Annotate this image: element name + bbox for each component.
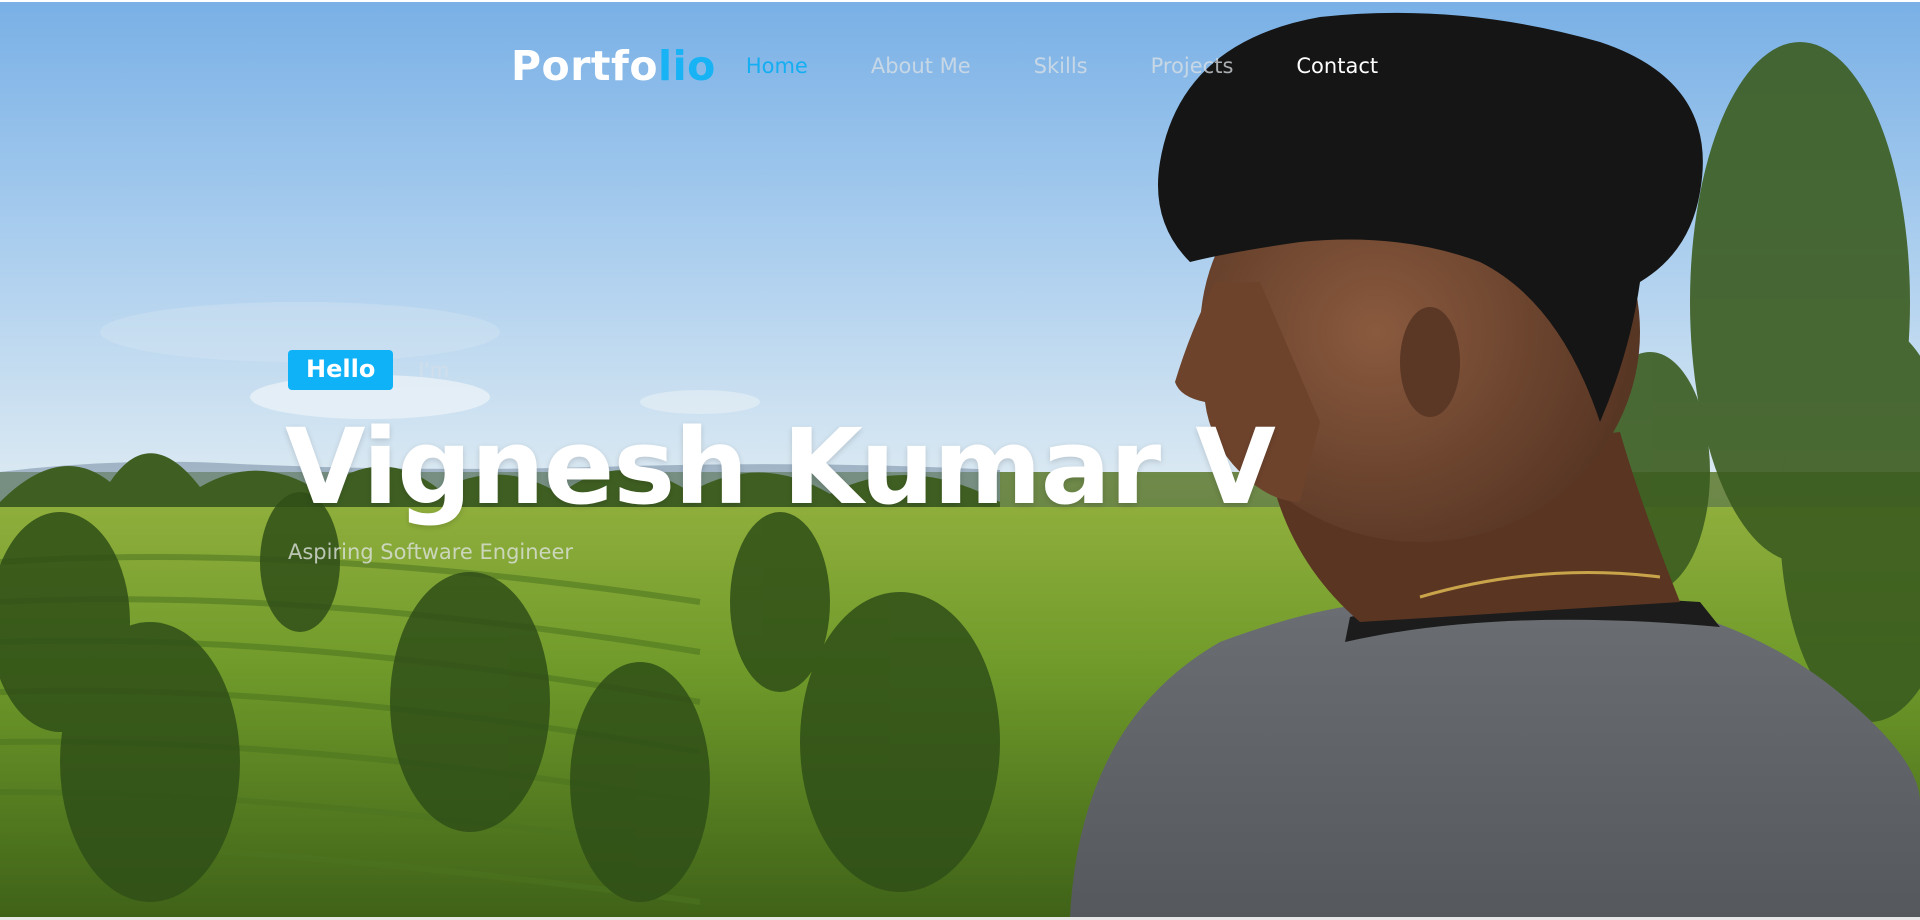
brand-logo-accent: lio (658, 42, 716, 90)
nav-link-home[interactable]: Home (746, 54, 808, 78)
hero-subtitle: Aspiring Software Engineer (288, 540, 574, 564)
greeting-suffix: I'm (418, 358, 450, 382)
brand-logo[interactable]: Portfolio (511, 42, 716, 90)
nav-link-contact[interactable]: Contact (1296, 54, 1378, 78)
brand-logo-text: Portfo (511, 42, 659, 90)
portfolio-page: Portfolio Home About Me Skills Projects … (0, 0, 1920, 920)
hero-name: Vignesh Kumar V (285, 406, 1276, 528)
hero-greeting: Hello I'm (288, 350, 449, 390)
top-navigation: Portfolio Home About Me Skills Projects … (511, 42, 1378, 90)
nav-link-projects[interactable]: Projects (1151, 54, 1234, 78)
nav-link-skills[interactable]: Skills (1034, 54, 1088, 78)
hello-badge: Hello (288, 350, 394, 390)
hero-section: Portfolio Home About Me Skills Projects … (0, 2, 1920, 917)
nav-link-about-me[interactable]: About Me (871, 54, 971, 78)
